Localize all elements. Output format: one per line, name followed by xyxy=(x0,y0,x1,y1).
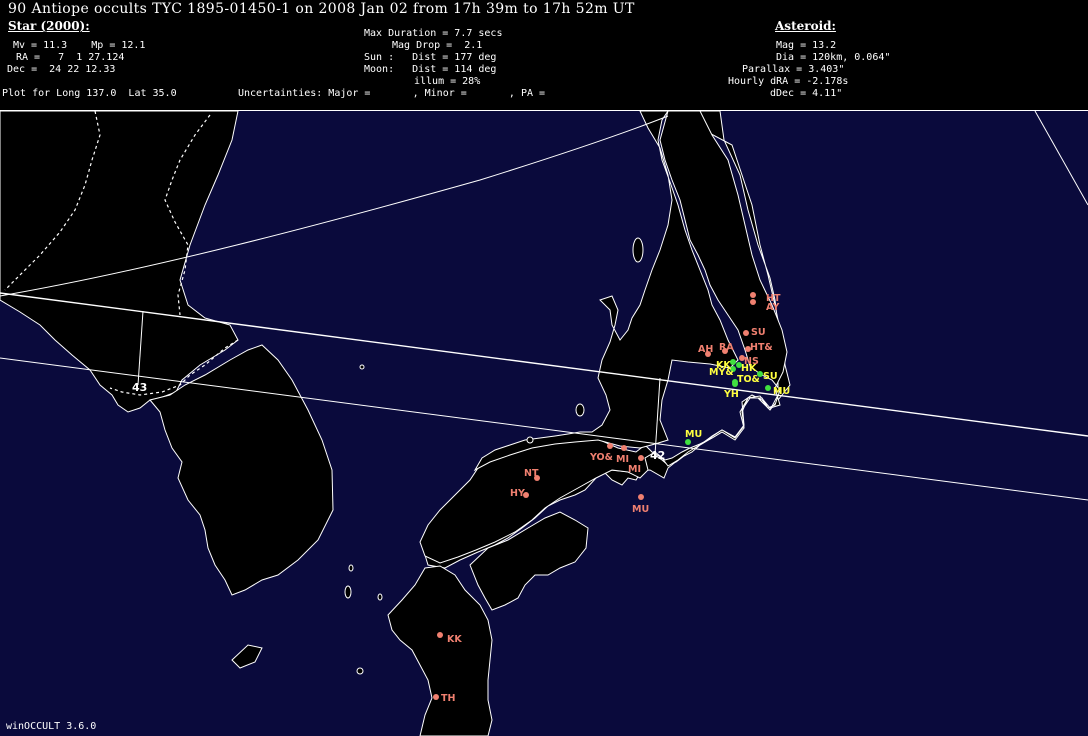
footer-version: winOCCULT 3.6.0 xyxy=(6,721,97,732)
star-mv-mp: Mv = 11.3 Mp = 12.1 xyxy=(13,40,146,51)
observer-label: SU xyxy=(751,327,766,338)
observer-label: MI xyxy=(628,464,641,475)
info-header: 90 Antiope occults TYC 1895-01450-1 on 2… xyxy=(0,0,1088,111)
observer-label: TO& xyxy=(737,374,760,385)
meridian-label-43: 43 xyxy=(132,381,147,394)
star-ra: RA = 7 1 27.124 xyxy=(16,52,125,63)
small-island-4 xyxy=(359,364,365,370)
observer-label: KK xyxy=(447,634,462,645)
observer-marker xyxy=(743,330,749,336)
event-sun: Sun : Dist = 177 deg xyxy=(364,52,497,63)
asteroid-ddec: dDec = 4.11" xyxy=(770,88,843,99)
observer-label: HY xyxy=(510,488,525,499)
observer-marker xyxy=(437,632,443,638)
observer-label: MU xyxy=(773,386,790,397)
observer-marker xyxy=(750,299,756,305)
asteroid-heading: Asteroid: xyxy=(775,19,836,33)
observer-label: RA xyxy=(719,342,734,353)
plot-location: Plot for Long 137.0 Lat 35.0 xyxy=(2,88,177,99)
asteroid-hourly-dra: Hourly dRA = -2.178s xyxy=(728,76,849,87)
star-heading: Star (2000): xyxy=(8,19,90,33)
noto-island xyxy=(575,403,585,417)
asteroid-dia: Dia = 120km, 0.064" xyxy=(776,52,891,63)
event-moon: Moon: Dist = 114 deg xyxy=(364,64,497,75)
observer-marker xyxy=(765,385,771,391)
observer-label: SU xyxy=(763,371,778,382)
observer-marker xyxy=(433,694,439,700)
observer-label: NT xyxy=(524,468,539,479)
observer-label: YH xyxy=(723,389,739,400)
observer-label: HT& xyxy=(750,342,773,353)
observer-marker xyxy=(638,494,644,500)
asteroid-parallax: Parallax = 3.403" xyxy=(742,64,845,75)
asteroid-mag: Mag = 13.2 xyxy=(776,40,837,51)
event-mag-drop: Mag Drop = 2.1 xyxy=(392,40,483,51)
uncertainties: Uncertainties: Major = , Minor = , PA = xyxy=(238,88,546,99)
meridian-label-42: 42 xyxy=(650,449,665,462)
event-max-duration: Max Duration = 7.7 secs xyxy=(364,28,503,39)
observer-label: MU xyxy=(632,504,649,515)
event-illum: illum = 28% xyxy=(414,76,481,87)
observer-label: AH xyxy=(698,344,713,355)
observer-label: MY& xyxy=(709,367,734,378)
observer-label: HK xyxy=(741,363,757,374)
star-dec: Dec = 24 22 12.33 xyxy=(7,64,116,75)
observer-marker xyxy=(607,443,613,449)
observer-label: TH xyxy=(441,693,455,704)
observer-label: AY xyxy=(766,302,779,313)
observer-label: YO& xyxy=(589,452,613,463)
small-island-3 xyxy=(377,593,383,601)
small-island-5 xyxy=(348,564,354,572)
plot-title: 90 Antiope occults TYC 1895-01450-1 on 2… xyxy=(8,1,635,17)
observer-label: MU xyxy=(685,429,702,440)
sado-island xyxy=(632,237,644,263)
observer-marker xyxy=(750,292,756,298)
map-svg: 43 42 HTAYSUHT&AH RANSKK HKMY&TO& SUMUYHMUY… xyxy=(0,111,1088,736)
observer-marker xyxy=(732,381,738,387)
map-canvas: 43 42 HT AY SU HT& AH RA NS KK HK MY& TO& SU MU YH MU Y… xyxy=(0,111,1088,736)
observer-marker xyxy=(638,455,644,461)
observer-marker xyxy=(621,445,627,451)
observer-marker xyxy=(730,359,736,365)
tsushima-island xyxy=(344,585,352,599)
small-island-2 xyxy=(356,667,364,675)
oki-island xyxy=(526,436,534,444)
